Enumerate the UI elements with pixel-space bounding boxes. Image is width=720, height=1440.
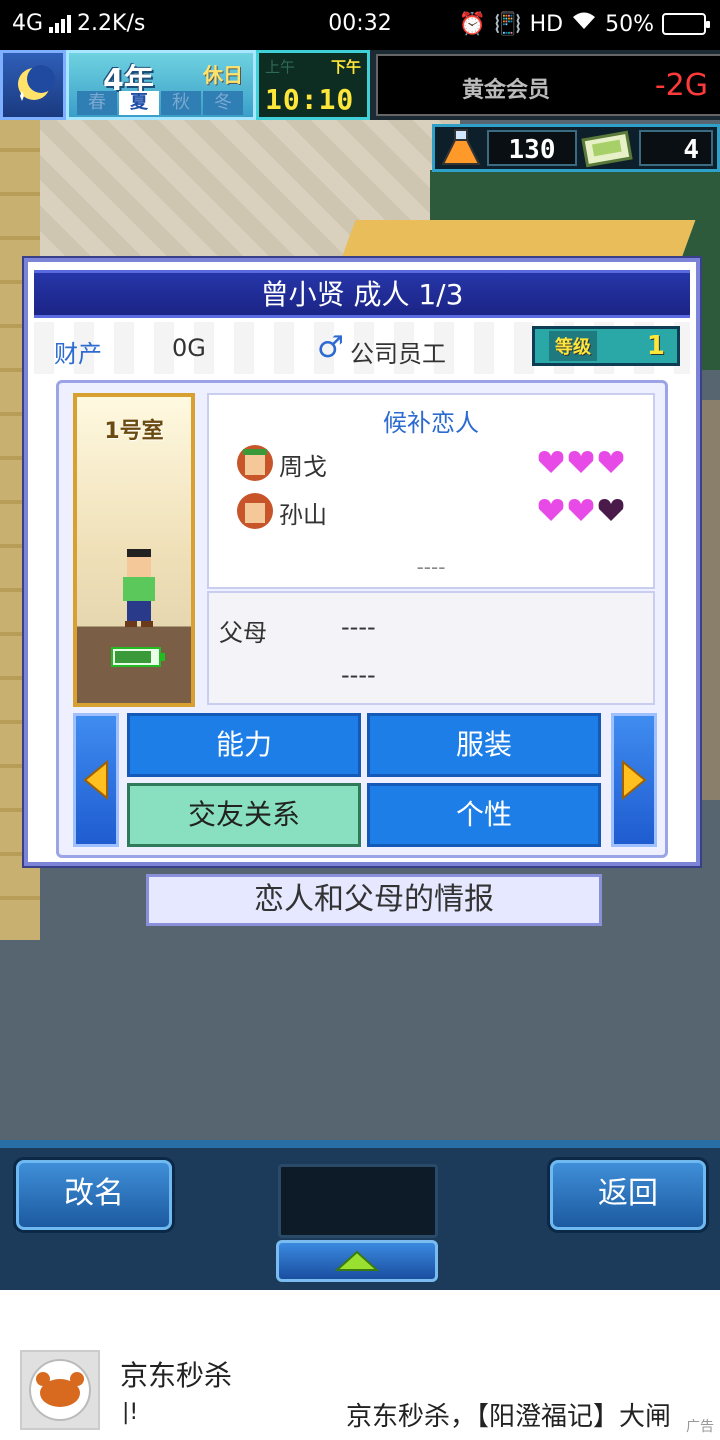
lover-name: 孙山 — [279, 501, 327, 529]
asset-value: 0G — [172, 334, 206, 362]
holiday-label: 休日 — [203, 63, 243, 87]
heart-empty-icon — [598, 499, 624, 521]
bottom-control-bar: 改名 返回 — [0, 1140, 720, 1290]
ticket-count: 4 — [639, 130, 713, 166]
season-winter: 冬 — [203, 91, 243, 115]
character-title: 曾小贤 成人 1/3 — [34, 270, 690, 318]
wifi-icon — [571, 11, 597, 37]
left-arrow-icon — [83, 760, 108, 800]
heart-icon — [538, 451, 564, 473]
character-info-row: 财产 0G ♂ 公司员工 等级 1 — [34, 322, 690, 374]
asset-label: 财产 — [54, 340, 102, 368]
season-autumn: 秋 — [161, 91, 201, 115]
date-panel: 4年 休日 春 夏 秋 冬 — [66, 50, 256, 120]
crab-ad-image[interactable] — [20, 1350, 100, 1430]
tab-area: 能力 服装 交友关系 个性 — [73, 713, 657, 847]
energy-battery-icon — [111, 647, 165, 667]
research-flask-icon — [439, 128, 483, 168]
am-pm-indicator: 上午 下午 — [265, 56, 361, 77]
game-hud: 4年 休日 春 夏 秋 冬 上午 下午 10:10 黄金会员 -2G — [0, 50, 720, 120]
ticket-icon — [581, 128, 635, 168]
research-points: 130 — [487, 130, 577, 166]
lover-avatar-icon — [237, 445, 273, 481]
member-panel: 黄金会员 -2G — [376, 54, 720, 116]
status-bar: 4G 2.2K/s 00:32 ⏰ 📳 HD 50% — [0, 0, 720, 50]
room-card: 1号室 — [73, 393, 195, 707]
back-button[interactable]: 返回 — [550, 1160, 706, 1230]
heart-icon — [538, 499, 564, 521]
right-arrow-icon — [622, 760, 647, 800]
lovers-card: 候补恋人 周戈 孙山 ---- — [207, 393, 655, 589]
ad-banner[interactable]: 京东秒杀 |! 京东秒杀，【阳澄福记】大闸 广告 — [0, 1290, 720, 1440]
info-caption: 恋人和父母的情报 — [146, 874, 602, 926]
heart-icon — [568, 451, 594, 473]
season-indicator: 春 夏 秋 冬 — [77, 91, 243, 115]
season-summer: 夏 — [119, 91, 159, 115]
money-display: -2G — [654, 68, 708, 103]
affection-hearts — [537, 449, 625, 475]
pm-label: 下午 — [330, 58, 361, 76]
gold-member-label: 黄金会员 — [462, 78, 551, 103]
alarm-icon: ⏰ — [458, 11, 487, 37]
character-info-dialog: 曾小贤 成人 1/3 财产 0G ♂ 公司员工 等级 1 1号室 候补恋人 周戈… — [24, 258, 700, 866]
parent-2: ---- — [341, 661, 376, 689]
room-preview: 1号室 — [77, 397, 191, 703]
game-clock: 10:10 — [265, 83, 355, 116]
center-slot — [278, 1164, 438, 1238]
tab-clothing[interactable]: 服装 — [367, 713, 601, 777]
tab-relationships[interactable]: 交友关系 — [127, 783, 361, 847]
male-gender-icon: ♂ — [317, 330, 344, 365]
lovers-placeholder: ---- — [416, 555, 446, 579]
resource-bar: 130 4 — [432, 124, 720, 172]
rename-button[interactable]: 改名 — [16, 1160, 172, 1230]
lover-name: 周戈 — [279, 453, 327, 481]
character-sprite — [123, 549, 155, 627]
expand-up-button[interactable] — [276, 1240, 438, 1282]
prev-page-button[interactable] — [73, 713, 119, 847]
next-page-button[interactable] — [611, 713, 657, 847]
game-clock-panel: 上午 下午 10:10 — [256, 50, 370, 120]
parents-card: 父母 ---- ---- — [207, 591, 655, 705]
status-right: ⏰ 📳 HD 50% — [458, 11, 710, 37]
level-value: 1 — [646, 331, 665, 361]
parents-label: 父母 — [219, 619, 267, 647]
tab-ability[interactable]: 能力 — [127, 713, 361, 777]
heart-icon — [568, 499, 594, 521]
affection-hearts — [537, 497, 625, 523]
lover-row[interactable]: 孙山 — [235, 491, 635, 531]
up-arrow-icon — [335, 1250, 379, 1271]
job-label: 公司员工 — [350, 340, 446, 368]
relationship-panel: 1号室 候补恋人 周戈 孙山 ---- 父母 ---- ---- 能力 服装 交… — [56, 380, 668, 858]
am-label: 上午 — [265, 58, 296, 76]
tab-personality[interactable]: 个性 — [367, 783, 601, 847]
lovers-title: 候补恋人 — [383, 409, 479, 437]
battery-icon — [662, 13, 710, 35]
hd-badge: HD — [529, 11, 564, 37]
night-moon-icon[interactable] — [0, 50, 66, 120]
battery-percent: 50% — [605, 11, 654, 37]
ad-extra: |! — [122, 1400, 139, 1425]
ad-text[interactable]: 京东秒杀，【阳澄福记】大闸 — [346, 1396, 720, 1433]
heart-icon — [598, 451, 624, 473]
lover-avatar-icon — [237, 493, 273, 529]
level-badge: 等级 1 — [532, 326, 680, 366]
lover-row[interactable]: 周戈 — [235, 443, 635, 483]
level-label: 等级 — [549, 331, 597, 361]
parent-1: ---- — [341, 613, 376, 641]
ad-tag: 广告 — [684, 1416, 716, 1436]
vibrate-icon: 📳 — [494, 11, 522, 37]
ad-title[interactable]: 京东秒杀 — [120, 1354, 232, 1394]
season-spring: 春 — [77, 91, 117, 115]
room-label: 1号室 — [104, 419, 164, 444]
